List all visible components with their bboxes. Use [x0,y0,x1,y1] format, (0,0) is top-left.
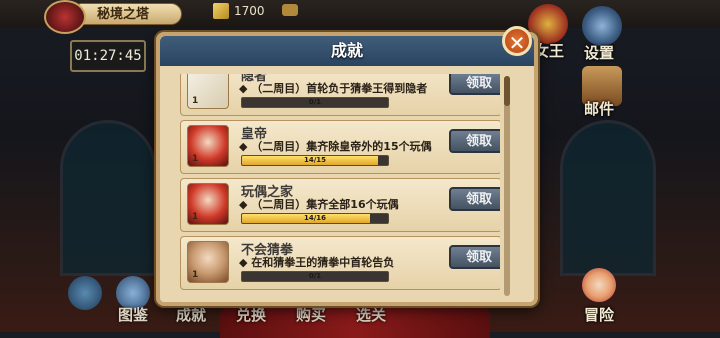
progress-bar: 0/1 [241,271,389,282]
progress-text: 0/1 [308,98,322,106]
hermit-portrait-icon: 1 [187,74,229,109]
nav-stage-select[interactable]: 选关 [356,304,386,325]
scroll-thumb[interactable] [504,76,510,106]
progress-text: 14/15 [303,156,327,164]
claim-button[interactable]: 领取 [449,74,500,95]
list-item: 1 不会猜拳 ◆ 在和猜拳王的猜拳中首轮告负 0/1 领取 [180,236,500,290]
dialog-title: 成就 [330,41,363,60]
achievement-desc: ◆ （二周目）集齐全部16个玩偶 [239,198,399,211]
list-item: 1 玩偶之家 ◆ （二周目）集齐全部16个玩偶 14/16 领取 [180,178,500,232]
achievement-list[interactable]: 1 隐者 ◆ （二周目）首轮负于猜拳王得到隐者 0/1 领取 1 皇帝 ◆ （二… [180,74,500,300]
emperor-portrait-icon: 1 [187,125,229,167]
scrollbar[interactable] [504,76,510,296]
close-icon[interactable]: ✕ [502,26,532,56]
timer-display: 01:27:45 [70,40,146,72]
dollhouse-portrait-icon: 1 [187,183,229,225]
queen-label[interactable]: 女王 [534,40,564,61]
achievements-dialog: 成就 1 隐者 ◆ （二周目）首轮负于猜拳王得到隐者 0/1 领取 1 皇帝 ◆… [156,32,538,306]
achievement-desc: ◆ 在和猜拳王的猜拳中首轮告负 [239,256,395,269]
camera-icon[interactable] [282,4,298,16]
rps-portrait-icon: 1 [187,241,229,283]
coin-icon [213,3,229,19]
claim-button[interactable]: 领取 [449,129,500,153]
nav-exchange[interactable]: 兑换 [236,304,266,325]
gear-icon[interactable] [582,6,622,46]
progress-text: 14/16 [303,214,327,222]
nav-achievements[interactable]: 成就 [176,304,206,325]
adventure-icon[interactable] [582,268,616,302]
book-icon[interactable] [68,276,102,310]
progress-bar: 0/1 [241,97,389,108]
achievement-desc: ◆ （二周目）集齐除皇帝外的15个玩偶 [239,140,432,153]
coin-count: 1700 [234,4,265,18]
mail-label[interactable]: 邮件 [584,98,614,119]
claim-button[interactable]: 领取 [449,245,500,269]
list-item: 1 皇帝 ◆ （二周目）集齐除皇帝外的15个玩偶 14/15 领取 [180,120,500,174]
list-item: 1 隐者 ◆ （二周目）首轮负于猜拳王得到隐者 0/1 领取 [180,74,500,116]
nav-gallery[interactable]: 图鉴 [118,304,148,325]
settings-label[interactable]: 设置 [584,42,614,63]
background-window-right [560,120,656,276]
emblem-icon[interactable] [44,0,86,34]
adventure-label[interactable]: 冒险 [584,304,614,325]
progress-bar: 14/16 [241,213,389,224]
progress-text: 0/1 [308,272,322,280]
achievement-desc: ◆ （二周目）首轮负于猜拳王得到隐者 [239,82,428,95]
claim-button[interactable]: 领取 [449,187,500,211]
progress-bar: 14/15 [241,155,389,166]
location-title: 秘境之塔 [78,3,182,25]
nav-shop[interactable]: 购买 [296,304,326,325]
background-window-left [60,120,156,276]
